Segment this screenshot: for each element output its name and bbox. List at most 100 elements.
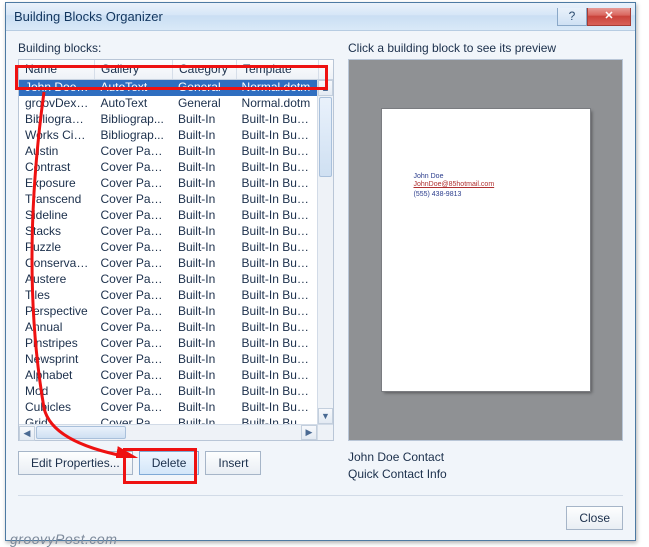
close-button[interactable]: Close: [566, 506, 623, 530]
cell-category: Built-In: [172, 400, 236, 416]
cell-name: Austere: [19, 272, 94, 288]
col-template[interactable]: Template: [237, 60, 319, 79]
cell-name: Sideline: [19, 208, 94, 224]
scroll-down-icon[interactable]: ▼: [318, 408, 333, 424]
cell-category: Built-In: [172, 112, 236, 128]
cell-category: Built-In: [172, 352, 236, 368]
table-body[interactable]: John Doe C...AutoTextGeneralNormal.dotmg…: [19, 80, 317, 424]
cell-category: Built-In: [172, 336, 236, 352]
table-row[interactable]: AustinCover PagesBuilt-InBuilt-In Buil..…: [19, 144, 317, 160]
insert-button[interactable]: Insert: [205, 451, 261, 475]
vertical-scrollbar[interactable]: ▲ ▼: [317, 80, 333, 424]
table-row[interactable]: CubiclesCover PagesBuilt-InBuilt-In Buil…: [19, 400, 317, 416]
table-row[interactable]: SidelineCover PagesBuilt-InBuilt-In Buil…: [19, 208, 317, 224]
cell-gallery: Cover Pages: [94, 320, 171, 336]
delete-button[interactable]: Delete: [139, 451, 200, 475]
cell-gallery: Cover Pages: [94, 352, 171, 368]
table-row[interactable]: John Doe C...AutoTextGeneralNormal.dotm: [19, 80, 317, 96]
preview-meta-title: John Doe Contact: [348, 449, 623, 466]
cell-template: Built-In Buil...: [236, 336, 317, 352]
cell-gallery: Cover Pages: [94, 368, 171, 384]
table-row[interactable]: BibliographyBibliograp...Built-InBuilt-I…: [19, 112, 317, 128]
cell-category: General: [172, 80, 236, 96]
cell-name: Perspective: [19, 304, 94, 320]
col-name[interactable]: Name: [19, 60, 95, 79]
cell-template: Built-In Buil...: [236, 160, 317, 176]
vscroll-thumb[interactable]: [319, 97, 332, 177]
col-category[interactable]: Category: [173, 60, 237, 79]
preview-label: Click a building block to see its previe…: [348, 41, 623, 55]
table-header[interactable]: Name Gallery Category Template: [19, 60, 333, 80]
edit-properties-button[interactable]: Edit Properties...: [18, 451, 133, 475]
dialog-footer: Close: [18, 495, 623, 530]
cell-category: Built-In: [172, 176, 236, 192]
cell-category: Built-In: [172, 224, 236, 240]
cell-template: Normal.dotm: [236, 96, 317, 112]
cell-name: groovDexter: [19, 96, 94, 112]
scroll-left-icon[interactable]: ◀: [19, 426, 35, 441]
cell-name: Grid: [19, 416, 94, 424]
cell-category: Built-In: [172, 384, 236, 400]
cell-template: Built-In Buil...: [236, 304, 317, 320]
table-row[interactable]: PuzzleCover PagesBuilt-InBuilt-In Buil..…: [19, 240, 317, 256]
cell-name: Exposure: [19, 176, 94, 192]
cell-gallery: Cover Pages: [94, 336, 171, 352]
table-row[interactable]: PerspectiveCover PagesBuilt-InBuilt-In B…: [19, 304, 317, 320]
cell-gallery: Cover Pages: [94, 416, 171, 424]
cell-gallery: Cover Pages: [94, 192, 171, 208]
table-row[interactable]: Works CitedBibliograp...Built-InBuilt-In…: [19, 128, 317, 144]
cell-gallery: Cover Pages: [94, 208, 171, 224]
table-row[interactable]: AnnualCover PagesBuilt-InBuilt-In Buil..…: [19, 320, 317, 336]
cell-name: Cubicles: [19, 400, 94, 416]
table-row[interactable]: AlphabetCover PagesBuilt-InBuilt-In Buil…: [19, 368, 317, 384]
cell-category: Built-In: [172, 368, 236, 384]
table-row[interactable]: ConservativeCover PagesBuilt-InBuilt-In …: [19, 256, 317, 272]
table-row[interactable]: AustereCover PagesBuilt-InBuilt-In Buil.…: [19, 272, 317, 288]
table-row[interactable]: TilesCover PagesBuilt-InBuilt-In Buil...: [19, 288, 317, 304]
cell-gallery: Cover Pages: [94, 144, 171, 160]
cell-name: Annual: [19, 320, 94, 336]
cell-category: Built-In: [172, 240, 236, 256]
preview-pane: John Doe JohnDoe@85hotmail.com (555) 438…: [348, 59, 623, 441]
table-row[interactable]: GridCover PagesBuilt-InBuilt-In Buil...: [19, 416, 317, 424]
cell-template: Built-In Buil...: [236, 128, 317, 144]
cell-template: Built-In Buil...: [236, 320, 317, 336]
preview-meta-desc: Quick Contact Info: [348, 466, 623, 483]
cell-template: Built-In Buil...: [236, 224, 317, 240]
cell-gallery: Bibliograp...: [94, 128, 171, 144]
cell-category: Built-In: [172, 128, 236, 144]
cell-gallery: Cover Pages: [94, 240, 171, 256]
help-button[interactable]: [557, 8, 587, 26]
cell-gallery: Cover Pages: [94, 256, 171, 272]
cell-category: Built-In: [172, 320, 236, 336]
cell-name: Mod: [19, 384, 94, 400]
cell-name: Bibliography: [19, 112, 94, 128]
table-row[interactable]: ModCover PagesBuilt-InBuilt-In Buil...: [19, 384, 317, 400]
cell-template: Built-In Buil...: [236, 144, 317, 160]
cell-template: Built-In Buil...: [236, 112, 317, 128]
table-row[interactable]: ExposureCover PagesBuilt-InBuilt-In Buil…: [19, 176, 317, 192]
window-title: Building Blocks Organizer: [14, 9, 557, 24]
horizontal-scrollbar[interactable]: ◀ ▶: [19, 424, 317, 440]
dialog-body: Building blocks: Name Gallery Category T…: [6, 31, 635, 540]
cell-template: Built-In Buil...: [236, 400, 317, 416]
cell-gallery: Cover Pages: [94, 384, 171, 400]
table-row[interactable]: ContrastCover PagesBuilt-InBuilt-In Buil…: [19, 160, 317, 176]
scroll-right-icon[interactable]: ▶: [301, 425, 317, 440]
cell-gallery: Cover Pages: [94, 304, 171, 320]
table-row[interactable]: TranscendCover PagesBuilt-InBuilt-In Bui…: [19, 192, 317, 208]
cell-template: Built-In Buil...: [236, 272, 317, 288]
watermark: groovyPost.com: [10, 531, 117, 547]
scroll-up-icon[interactable]: ▲: [318, 80, 333, 96]
table-row[interactable]: PinstripesCover PagesBuilt-InBuilt-In Bu…: [19, 336, 317, 352]
cell-name: Newsprint: [19, 352, 94, 368]
cell-name: Conservative: [19, 256, 94, 272]
cell-name: Works Cited: [19, 128, 94, 144]
col-gallery[interactable]: Gallery: [95, 60, 173, 79]
close-window-button[interactable]: [587, 8, 631, 26]
table-row[interactable]: groovDexterAutoTextGeneralNormal.dotm: [19, 96, 317, 112]
titlebar[interactable]: Building Blocks Organizer: [6, 3, 635, 31]
table-row[interactable]: NewsprintCover PagesBuilt-InBuilt-In Bui…: [19, 352, 317, 368]
hscroll-thumb[interactable]: [36, 426, 126, 439]
table-row[interactable]: StacksCover PagesBuilt-InBuilt-In Buil..…: [19, 224, 317, 240]
